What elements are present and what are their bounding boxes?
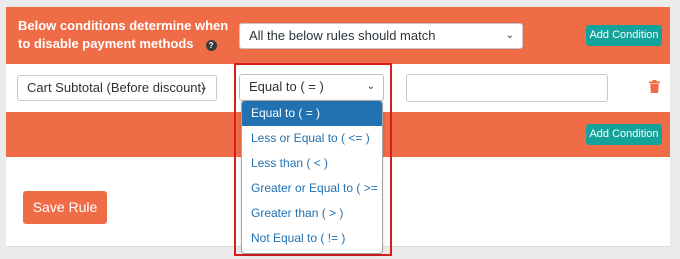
operator-option[interactable]: Greater than ( > ) xyxy=(242,201,382,226)
condition-group-header: Below conditions determine when to disab… xyxy=(6,7,670,64)
add-condition-button[interactable]: Add Condition xyxy=(586,25,662,46)
match-rule-select-value: All the below rules should match xyxy=(249,28,436,43)
condition-field-value: Cart Subtotal (Before discount) xyxy=(27,80,206,95)
trash-icon[interactable] xyxy=(649,80,660,93)
operator-option[interactable]: Equal to ( = ) xyxy=(242,101,382,126)
condition-value-input[interactable] xyxy=(406,74,608,102)
help-icon[interactable]: ? xyxy=(205,40,217,51)
operator-dropdown-list: Equal to ( = ) Less or Equal to ( <= ) L… xyxy=(241,100,383,254)
operator-option[interactable]: Less than ( < ) xyxy=(242,151,382,176)
match-rule-select[interactable]: All the below rules should match ⌄ xyxy=(239,23,523,49)
header-description: Below conditions determine when to disab… xyxy=(18,18,229,51)
operator-option[interactable]: Greater or Equal to ( >= ) xyxy=(242,176,382,201)
operator-option[interactable]: Less or Equal to ( <= ) xyxy=(242,126,382,151)
add-condition-button-2[interactable]: Add Condition xyxy=(586,124,662,145)
chevron-down-icon: ⌄ xyxy=(199,82,208,93)
chevron-down-icon: ⌄ xyxy=(505,30,514,41)
save-rule-button[interactable]: Save Rule xyxy=(23,191,107,224)
operator-option[interactable]: Not Equal to ( != ) xyxy=(242,226,382,251)
condition-field-select[interactable]: Cart Subtotal (Before discount) ⌄ xyxy=(17,75,217,101)
